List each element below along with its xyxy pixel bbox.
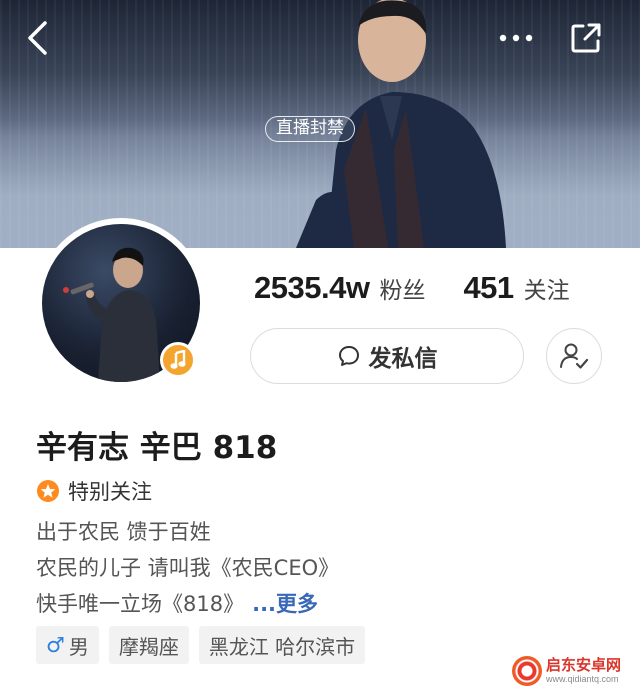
more-options-button[interactable] (494, 20, 538, 56)
profile-name: 辛有志 辛巴 818 (36, 430, 278, 466)
chat-bubble-icon (338, 346, 359, 366)
followers-label[interactable]: 粉丝 (379, 271, 425, 305)
music-badge[interactable] (160, 342, 196, 378)
male-icon: ♂ (46, 633, 65, 657)
gender-label: 男 (68, 634, 89, 659)
profile-cover[interactable]: 直播封禁 (0, 0, 640, 248)
music-note-icon (170, 350, 186, 369)
bio-line-text: 快手唯一立场《818》 (36, 592, 245, 616)
bio-line: 农民的儿子 请叫我《农民CEO》 (36, 556, 340, 580)
bio-line-last: 快手唯一立场《818》 ...更多 (36, 588, 596, 624)
more-dots-icon (499, 34, 533, 42)
back-button[interactable] (18, 18, 58, 58)
share-external-icon (571, 23, 601, 53)
live-ban-badge: 直播封禁 (265, 116, 355, 142)
send-message-label: 发私信 (368, 346, 438, 372)
share-button[interactable] (566, 18, 606, 58)
special-follow-badge[interactable]: 特别关注 (36, 476, 152, 506)
bio-line: 出于农民 馈于百姓 (36, 520, 211, 544)
location-tag: 黑龙江 哈尔滨市 (198, 626, 366, 664)
watermark-logo-icon (512, 656, 542, 686)
follow-status-button[interactable] (546, 328, 602, 384)
followers-count[interactable]: 2535.4w (254, 270, 370, 306)
profile-tags: ♂ 男 摩羯座 黑龙江 哈尔滨市 (36, 626, 375, 664)
star-badge-icon (37, 480, 59, 502)
following-label[interactable]: 关注 (524, 271, 570, 305)
gender-tag: ♂ 男 (36, 626, 99, 664)
send-message-button[interactable]: 发私信 (250, 328, 524, 384)
watermark-url: www.qidiantq.com (546, 674, 619, 684)
following-count[interactable]: 451 (463, 270, 514, 306)
profile-stats: 2535.4w 粉丝 451 关注 (254, 270, 570, 310)
special-follow-label: 特别关注 (68, 480, 152, 504)
watermark-text: 启东安卓网 www.qidiantq.com (546, 658, 621, 684)
site-watermark: 启东安卓网 www.qidiantq.com (512, 652, 640, 690)
profile-bio: 出于农民 馈于百姓 农民的儿子 请叫我《农民CEO》 快手唯一立场《818》..… (36, 516, 596, 624)
chevron-left-icon (28, 21, 47, 55)
user-check-icon (560, 343, 589, 369)
zodiac-tag: 摩羯座 (108, 626, 189, 664)
bio-more-link[interactable]: ...更多 (252, 592, 318, 616)
watermark-title: 启东安卓网 (546, 656, 622, 674)
